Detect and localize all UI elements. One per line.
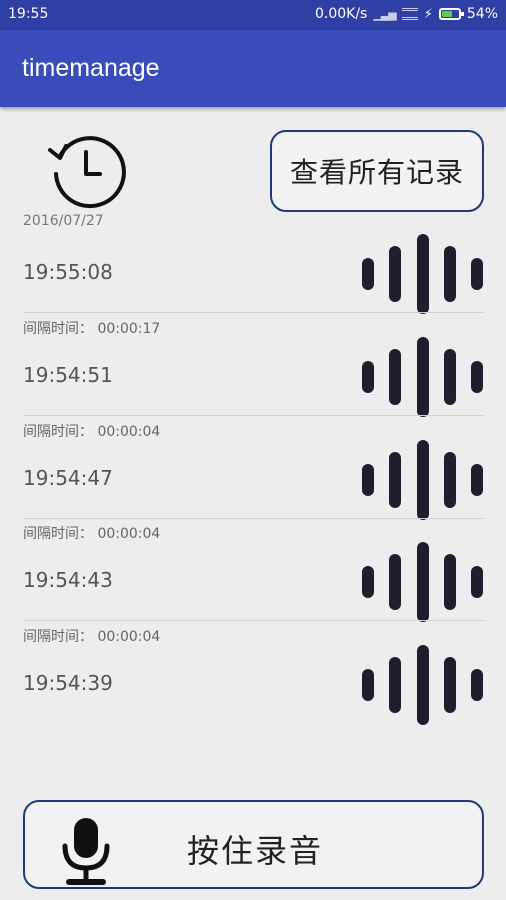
status-indicators: 0.00K/s ▁▃▅ ⚡ 54% [315,6,498,22]
record-time: 19:54:51 [23,363,113,387]
status-time: 19:55 [8,6,49,22]
waveform-icon[interactable] [358,337,488,417]
interval-label: 间隔时间： 00:00:04 [23,629,161,645]
interval-label: 间隔时间： 00:00:04 [23,424,161,440]
record-date: 2016/07/27 [23,213,104,229]
record-time: 19:54:43 [23,568,113,592]
signal-icon: ▁▃▅ [373,7,396,21]
row-divider [23,620,484,621]
battery-icon [438,8,464,20]
record-time: 19:55:08 [23,260,113,284]
record-row[interactable]: 19:54:43 [0,542,506,622]
waveform-icon[interactable] [358,440,488,520]
battery-fill [441,11,452,17]
record-time: 19:54:47 [23,466,113,490]
record-button-label: 按住录音 [187,832,324,870]
waveform-icon[interactable] [358,645,488,725]
row-divider [23,312,484,313]
waveform-icon[interactable] [358,542,488,622]
battery-percent: 54% [466,6,498,22]
app-title: timemanage [22,54,160,82]
row-divider [23,518,484,519]
hold-to-record-button[interactable]: 按住录音 [23,800,484,889]
view-all-records-button[interactable]: 查看所有记录 [270,130,484,212]
app-bar: timemanage [0,30,506,107]
record-row[interactable]: 19:54:39 [0,645,506,725]
history-clock-icon[interactable] [42,128,126,212]
interval-label: 间隔时间： 00:00:17 [23,321,161,337]
waveform-icon[interactable] [358,234,488,314]
wifi-icon [401,8,418,20]
row-divider [23,415,484,416]
interval-label: 间隔时间： 00:00:04 [23,526,161,542]
charging-bolt-icon: ⚡ [423,6,433,22]
network-speed: 0.00K/s [314,6,368,22]
record-row[interactable]: 19:54:51 [0,337,506,417]
status-bar: 19:55 0.00K/s ▁▃▅ ⚡ 54% [0,0,506,30]
record-row[interactable]: 19:54:47 [0,440,506,520]
record-row[interactable]: 19:55:08 [0,234,506,314]
record-time: 19:54:39 [23,671,113,695]
microphone-icon [62,818,110,885]
